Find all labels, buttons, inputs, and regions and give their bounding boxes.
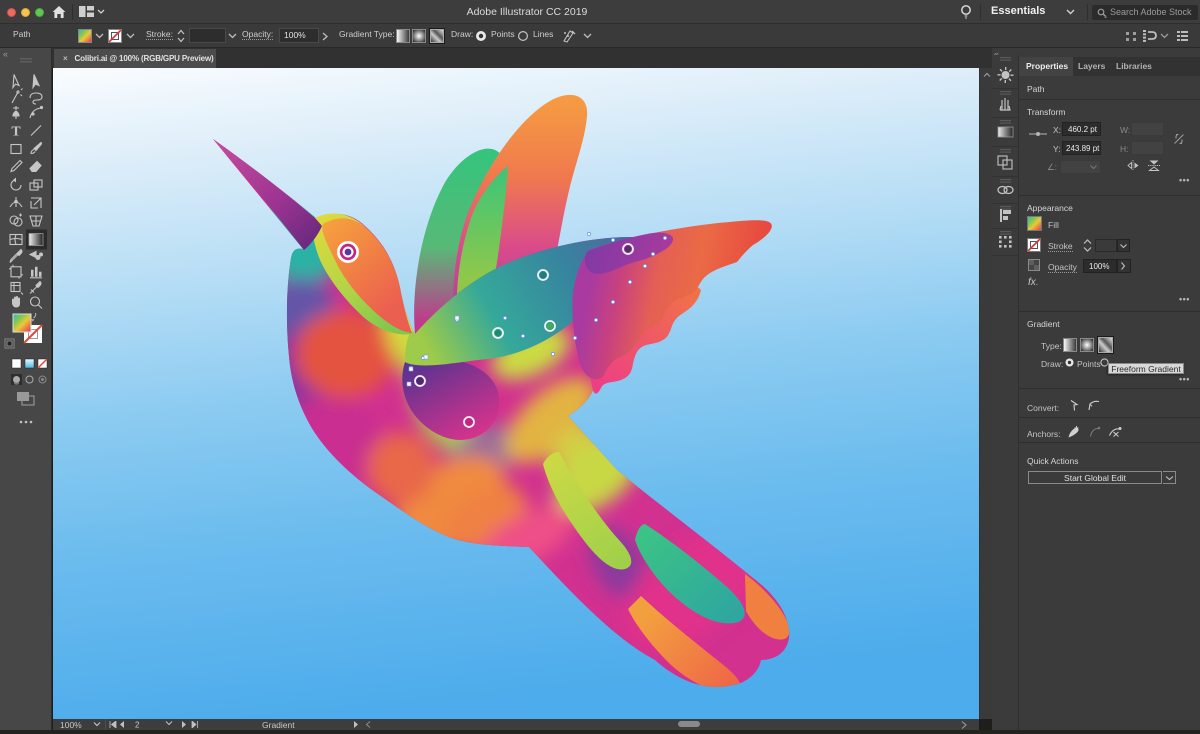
svg-text:T: T — [11, 125, 21, 140]
svg-text:2: 2 — [135, 721, 140, 728]
